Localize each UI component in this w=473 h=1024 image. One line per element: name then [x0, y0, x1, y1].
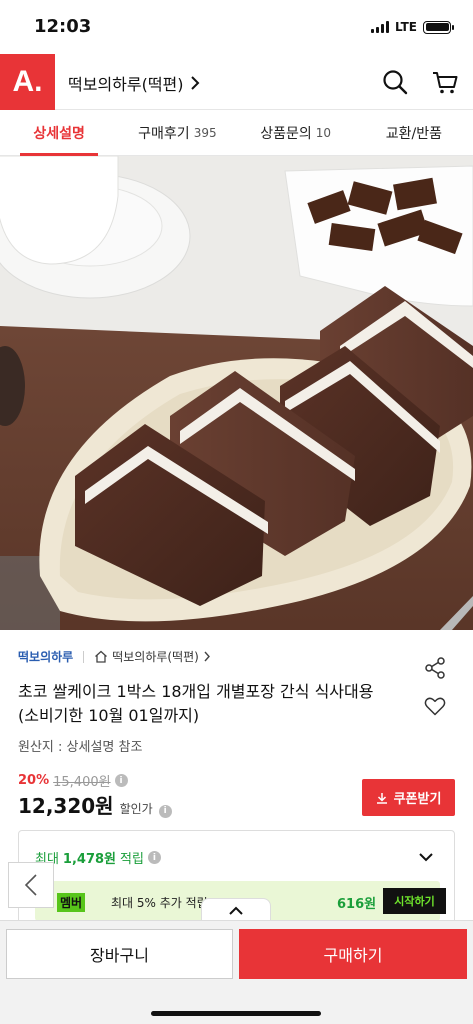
product-title: 초코 쌀케이크 1박스 18개입 개별포장 간식 식사대용 (소비기한 10월 … — [18, 682, 374, 725]
member-amount: 616원 — [337, 897, 377, 912]
purchase-bar: 장바구니 구매하기 — [0, 920, 473, 1024]
app-header: A. 떡보의하루(떡편) — [0, 54, 473, 110]
tab-label: 상품문의 — [260, 126, 312, 142]
chevron-right-icon — [204, 651, 210, 662]
product-image[interactable] — [0, 156, 473, 630]
status-time: 12:03 — [34, 16, 92, 37]
status-bar: 12:03 LTE — [0, 0, 473, 54]
tab-label: 교환/반품 — [385, 126, 442, 142]
home-icon — [95, 650, 108, 663]
brand-row: 떡보의하루 떡보의하루(떡편) — [18, 648, 211, 665]
status-indicators: LTE — [370, 20, 454, 34]
chevron-left-icon — [24, 874, 37, 896]
info-icon[interactable]: i — [114, 774, 128, 787]
tab-label: 상세설명 — [33, 126, 85, 142]
add-to-cart-button[interactable]: 장바구니 — [6, 929, 233, 979]
tab-reviews[interactable]: 구매후기 395 — [118, 111, 236, 155]
buy-now-button[interactable]: 구매하기 — [239, 929, 467, 979]
coupon-button[interactable]: 쿠폰받기 — [362, 779, 455, 816]
detail-tabs: 상세설명 구매후기 395 상품문의 10 교환/반품 — [0, 111, 473, 156]
shop-link[interactable]: 떡보의하루(떡편) — [94, 648, 211, 665]
signal-icon — [370, 21, 389, 33]
info-icon[interactable]: i — [147, 851, 161, 864]
shop-name: 떡보의하루(떡편) — [112, 650, 199, 664]
member-start-button[interactable]: 시작하기 — [383, 888, 446, 914]
back-button[interactable] — [8, 862, 54, 908]
original-price: 15,400원 — [53, 775, 111, 790]
points-amount: 1,478원 — [62, 852, 117, 867]
product-photo-illustration — [0, 156, 473, 630]
discount-rate: 20% — [18, 773, 50, 788]
store-link[interactable]: 떡보의하루(떡편) — [68, 71, 200, 95]
app-logo[interactable]: A. — [0, 54, 55, 110]
tab-label: 구매후기 — [138, 126, 190, 142]
price-row: 12,320원 할인가 i — [18, 790, 172, 819]
cart-icon[interactable] — [431, 68, 459, 96]
info-icon[interactable]: i — [158, 804, 172, 818]
member-badge: 멤버 — [57, 893, 86, 912]
product-origin: 원산지 : 상세설명 참조 — [18, 740, 143, 755]
battery-icon — [423, 20, 454, 34]
coupon-label: 쿠폰받기 — [393, 792, 442, 807]
share-icon[interactable] — [423, 656, 447, 680]
tab-exchange-return[interactable]: 교환/반품 — [355, 111, 473, 155]
sale-price-label: 할인가 — [119, 802, 153, 816]
search-icon[interactable] — [381, 68, 409, 96]
points-suffix: 적립 — [120, 852, 144, 867]
tab-inquiries[interactable]: 상품문의 10 — [237, 111, 355, 155]
discount-row: 20% 15,400원 i — [18, 771, 128, 790]
bottom-sheet-handle[interactable] — [201, 898, 271, 922]
heart-icon[interactable] — [423, 694, 447, 718]
divider — [83, 650, 85, 663]
sale-price: 12,320원 — [18, 794, 114, 818]
chevron-up-icon — [229, 906, 243, 915]
store-name: 떡보의하루(떡편) — [68, 75, 184, 94]
member-description: 최대 5% 추가 적립 — [111, 896, 208, 910]
brand-link[interactable]: 떡보의하루 — [18, 648, 73, 665]
download-icon — [376, 792, 387, 804]
tab-count: 395 — [193, 126, 217, 140]
chevron-right-icon — [190, 76, 199, 90]
tab-count: 10 — [315, 126, 332, 140]
home-indicator — [151, 1011, 321, 1016]
chevron-down-icon[interactable] — [418, 849, 434, 865]
tab-description[interactable]: 상세설명 — [0, 111, 118, 156]
network-label: LTE — [394, 20, 417, 34]
